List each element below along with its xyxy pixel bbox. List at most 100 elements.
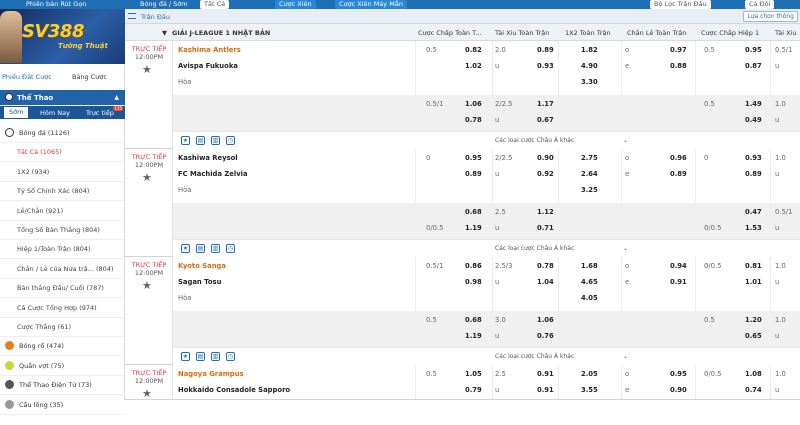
sidebar-item[interactable]: Quần vợt (75) [0, 356, 125, 376]
sidebar-item[interactable]: Lẻ/Chẵn (921) [0, 201, 125, 221]
odds-cell[interactable]: 0.67 [537, 116, 554, 124]
away-team[interactable]: Sagan Tosu [178, 278, 221, 286]
clock-icon[interactable]: ◷ [226, 136, 235, 145]
sidebar-item[interactable]: Chẵn / Lẻ của Nửa trậ... (804) [0, 259, 125, 279]
odds-cell[interactable]: 0.94 [670, 262, 687, 270]
star-icon[interactable]: ★ [181, 352, 190, 361]
parlay-button[interactable]: Cược Xiên [275, 0, 316, 9]
odds-cell[interactable]: 1.01 [745, 278, 762, 286]
favorite-star-icon[interactable]: ★ [142, 63, 152, 76]
options-filter-button[interactable]: Lựa chọn thông [743, 11, 798, 22]
odds-cell[interactable]: 1.06 [537, 316, 554, 324]
odds-cell[interactable]: 0.49 [745, 116, 762, 124]
odds-cell[interactable]: 0.93 [745, 154, 762, 162]
odds-cell[interactable]: 0.79 [465, 386, 482, 394]
sidebar-item[interactable]: Tất Cả (1065) [0, 142, 125, 163]
odds-cell[interactable]: 2.75 [581, 154, 598, 162]
sidebar-item[interactable]: Thể Thao Điện Tử (73) [0, 375, 125, 396]
odds-cell[interactable]: 3.30 [581, 78, 598, 86]
odds-cell[interactable]: 0.47 [745, 208, 762, 216]
odds-cell[interactable]: 0.91 [670, 278, 687, 286]
tab-live[interactable]: Trực tiếp [86, 109, 114, 117]
odds-cell[interactable]: 0.89 [670, 170, 687, 178]
more-asian-bets-link[interactable]: Các loại cược Châu Á khác [495, 353, 574, 360]
chevron-down-icon[interactable]: ⌄ [623, 353, 628, 360]
sort-dropdown[interactable]: Cả Đôi [745, 0, 775, 9]
odds-cell[interactable]: 0.76 [537, 332, 554, 340]
odds-cell[interactable]: 0.88 [670, 62, 687, 70]
more-asian-bets-link[interactable]: Các loại cược Châu Á khác [495, 245, 574, 252]
menu-icon[interactable] [128, 13, 136, 19]
odds-cell[interactable]: 0.95 [670, 370, 687, 378]
caret-down-icon[interactable]: ▼ [162, 29, 167, 37]
odds-cell[interactable]: 0.91 [537, 370, 554, 378]
clock-icon[interactable]: ◷ [226, 244, 235, 253]
tab-bet-list[interactable]: Bảng Cược [72, 73, 107, 81]
parlay-machine-button[interactable]: Cược Xiên Máy Mẫn [335, 0, 407, 9]
favorite-star-icon[interactable]: ★ [142, 171, 152, 184]
star-icon[interactable]: ★ [181, 244, 190, 253]
odds-cell[interactable]: 0.65 [745, 332, 762, 340]
odds-cell[interactable]: 0.92 [537, 170, 554, 178]
odds-cell[interactable]: 3.55 [581, 386, 598, 394]
clock-icon[interactable]: ◷ [226, 352, 235, 361]
odds-cell[interactable]: 1.19 [465, 224, 482, 232]
compact-version-button[interactable]: Phiên bản Rút Gọn [26, 0, 86, 9]
odds-cell[interactable]: 4.90 [581, 62, 598, 70]
odds-cell[interactable]: 0.96 [670, 154, 687, 162]
away-team[interactable]: FC Machida Zelvia [178, 170, 248, 178]
tab-early[interactable]: Sớm [4, 107, 29, 118]
odds-cell[interactable]: 1.68 [581, 262, 598, 270]
odds-cell[interactable]: 0.90 [670, 386, 687, 394]
odds-cell[interactable]: 0.71 [537, 224, 554, 232]
sports-header[interactable]: Thể Thao ▲ [0, 90, 125, 105]
star-icon[interactable]: ★ [181, 136, 190, 145]
tab-bet-slip[interactable]: Phiếu Đặt Cược [2, 73, 52, 81]
home-team[interactable]: Kashima Antlers [178, 46, 241, 54]
odds-cell[interactable]: 1.49 [745, 100, 762, 108]
home-team[interactable]: Kyoto Sanga [178, 262, 226, 270]
more-asian-bets-link[interactable]: Các loại cược Châu Á khác [495, 137, 574, 144]
away-team[interactable]: Avispa Fukuoka [178, 62, 238, 70]
odds-cell[interactable]: 1.05 [465, 370, 482, 378]
match-filter-dropdown[interactable]: Bộ Lọc Trận Đấu [650, 0, 711, 9]
brand-logo[interactable]: SV388 Tường Thuật [0, 9, 125, 64]
home-team[interactable]: Kashiwa Reysol [178, 154, 238, 162]
chart-icon[interactable]: ▥ [211, 244, 220, 253]
odds-cell[interactable]: 0.90 [537, 154, 554, 162]
odds-cell[interactable]: 0.97 [670, 46, 687, 54]
odds-cell[interactable]: 0.91 [537, 386, 554, 394]
odds-cell[interactable]: 0.87 [745, 62, 762, 70]
away-team[interactable]: Hokkaido Consadole Sapporo [178, 386, 290, 394]
sidebar-item[interactable]: Cược Thắng (61) [0, 317, 125, 337]
sidebar-item[interactable]: Cá Cược Tổng Hợp (974) [0, 298, 125, 318]
sidebar-item[interactable]: Hiệp 1/Toàn Trận (804) [0, 239, 125, 260]
odds-cell[interactable]: 0.68 [465, 316, 482, 324]
odds-cell[interactable]: 0.93 [537, 62, 554, 70]
odds-cell[interactable]: 0.98 [465, 278, 482, 286]
chart-icon[interactable]: ▥ [211, 136, 220, 145]
odds-cell[interactable]: 2.05 [581, 370, 598, 378]
odds-cell[interactable]: 0.95 [465, 154, 482, 162]
sidebar-item[interactable]: Bóng rổ (474) [0, 336, 125, 357]
odds-cell[interactable]: 2.64 [581, 170, 598, 178]
favorite-star-icon[interactable]: ★ [142, 387, 152, 400]
odds-cell[interactable]: 0.82 [465, 46, 482, 54]
odds-cell[interactable]: 1.17 [537, 100, 554, 108]
odds-cell[interactable]: 0.89 [745, 170, 762, 178]
odds-cell[interactable]: 1.08 [745, 370, 762, 378]
sidebar-item[interactable]: Bàn thắng Đầu/ Cuối (787) [0, 278, 125, 299]
stats-icon[interactable]: ▤ [196, 352, 205, 361]
odds-cell[interactable]: 4.05 [581, 294, 598, 302]
odds-cell[interactable]: 0.95 [745, 46, 762, 54]
chevron-down-icon[interactable]: ⌄ [623, 245, 628, 252]
odds-cell[interactable]: 1.19 [465, 332, 482, 340]
chevron-up-icon[interactable]: ▲ [114, 94, 119, 101]
odds-cell[interactable]: 1.02 [465, 62, 482, 70]
odds-cell[interactable]: 3.25 [581, 186, 598, 194]
odds-cell[interactable]: 0.81 [745, 262, 762, 270]
odds-cell[interactable]: 4.65 [581, 278, 598, 286]
home-team[interactable]: Nagoya Grampus [178, 370, 244, 378]
sidebar-item[interactable]: Tỷ Số Chính Xác (804) [0, 181, 125, 202]
odds-cell[interactable]: 0.78 [465, 116, 482, 124]
